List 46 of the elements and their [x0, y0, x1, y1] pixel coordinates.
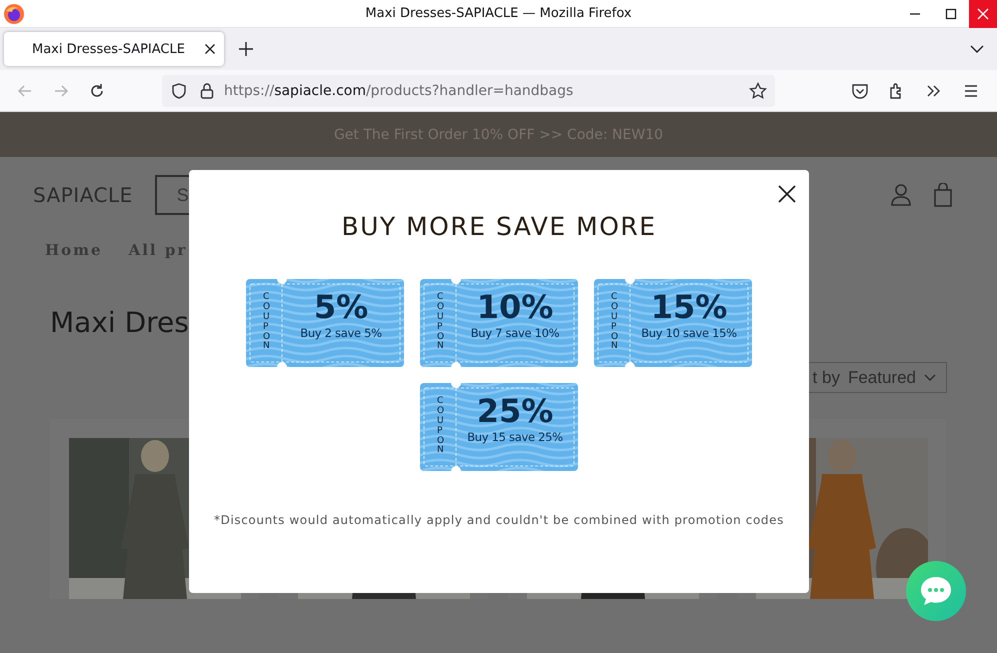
url-text: https://sapiacle.com/products?handler=handbags [224, 82, 574, 98]
lock-icon [200, 82, 214, 100]
discount-condition: Buy 2 save 5% [300, 326, 382, 340]
ticket-notch [625, 362, 635, 367]
discount-percent: 10% [476, 288, 554, 326]
discount-condition: Buy 10 save 15% [641, 326, 737, 340]
address-bar[interactable]: https://sapiacle.com/products?handler=handbags [162, 74, 775, 106]
chevron-down-icon [924, 374, 936, 382]
ticket-notch [451, 279, 461, 284]
maximize-icon[interactable] [945, 8, 957, 20]
tab-close-icon[interactable] [204, 43, 216, 55]
ticket-notch [277, 362, 287, 367]
close-icon[interactable] [777, 184, 797, 204]
pocket-icon[interactable] [851, 82, 869, 100]
coupon-card[interactable]: COUPON 15% Buy 10 save 15% [594, 279, 752, 367]
ticket-notch [451, 466, 461, 471]
coupon-label: COUPON [263, 293, 272, 352]
disclaimer-text: *Discounts would automatically apply and couldn't be combined with promotion codes [213, 512, 785, 529]
discount-percent: 15% [650, 288, 728, 326]
coupon-label: COUPON [437, 397, 446, 456]
discount-percent: 5% [314, 288, 368, 326]
new-tab-icon[interactable] [238, 41, 254, 57]
coupon-card[interactable]: COUPON 10% Buy 7 save 10% [420, 279, 578, 367]
discount-percent: 25% [476, 392, 554, 430]
page-heading: Maxi Dres [50, 306, 189, 341]
shield-icon[interactable] [170, 82, 188, 100]
coupon-label: COUPON [437, 293, 446, 352]
coupon-card[interactable]: COUPON 25% Buy 15 save 25% [420, 383, 578, 471]
discount-condition: Buy 7 save 10% [470, 326, 560, 340]
ticket-notch [451, 362, 461, 367]
speech-bubble-icon [919, 575, 953, 607]
ticket-notch [451, 383, 461, 388]
account-icon[interactable] [890, 183, 912, 207]
shopping-bag-icon[interactable] [934, 183, 952, 207]
popup-title: BUY MORE SAVE MORE [341, 212, 657, 241]
ticket-notch [277, 279, 287, 284]
window-title: Maxi Dresses-SAPIACLE — Mozilla Firefox [365, 6, 632, 21]
browser-tab[interactable]: Maxi Dresses-SAPIACLE [4, 32, 224, 66]
coupon-label: COUPON [611, 293, 620, 352]
bookmark-star-icon[interactable] [749, 82, 767, 100]
close-button[interactable] [969, 0, 997, 28]
discount-condition: Buy 15 save 25% [467, 430, 563, 444]
browser-logo-icon [3, 2, 25, 24]
close-icon [977, 8, 989, 20]
ticket-notch [625, 279, 635, 284]
coupon-card[interactable]: COUPON 5% Buy 2 save 5% [246, 279, 404, 367]
